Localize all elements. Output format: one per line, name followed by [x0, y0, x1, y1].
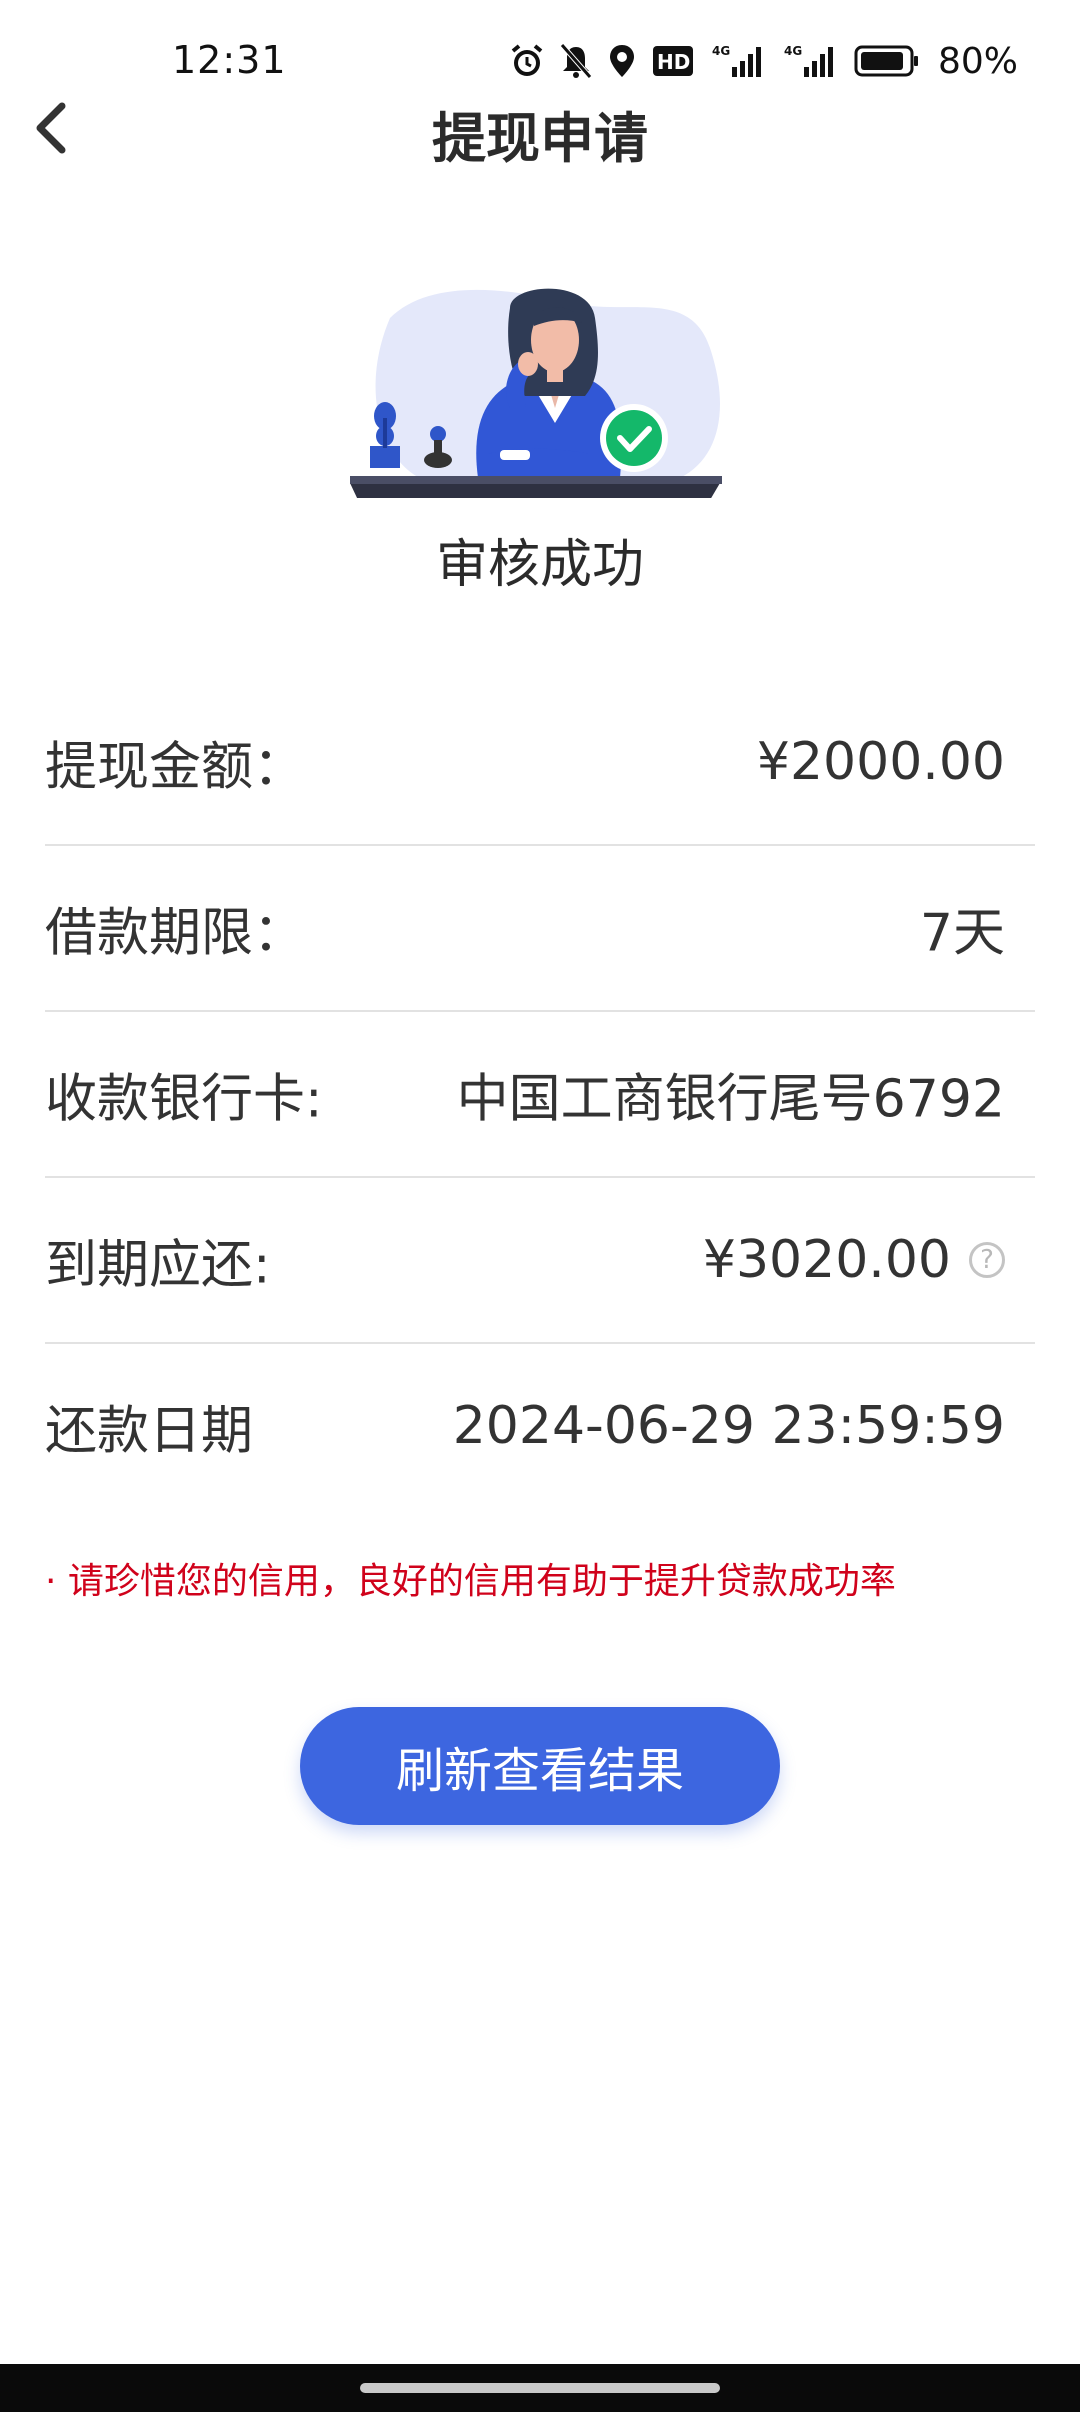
detail-row-due-amount: 到期应还: ¥3020.00 ?	[45, 1178, 1035, 1344]
hd-icon: HD	[653, 46, 693, 76]
signal-4g-icon: 4G	[784, 44, 833, 77]
detail-row-amount: 提现金额： ¥2000.00	[45, 680, 1035, 846]
page-title: 提现申请	[432, 107, 648, 170]
detail-row-bank-card: 收款银行卡: 中国工商银行尾号6792	[45, 1012, 1035, 1178]
bell-off-icon	[560, 43, 592, 79]
credit-notice: · 请珍惜您的信用，良好的信用有助于提升贷款成功率	[45, 1561, 896, 1602]
detail-value: 中国工商银行尾号6792	[457, 1057, 1005, 1132]
battery-percentage: 80%	[938, 40, 1019, 82]
home-indicator[interactable]	[360, 2383, 720, 2393]
detail-value: ¥2000.00	[757, 732, 1005, 792]
status-icons: HD 4G 4G 80%	[510, 40, 1018, 82]
repayment-date: 2024-06-29 23:59:59	[452, 1396, 1005, 1456]
detail-row-repay-date: 还款日期 2024-06-29 23:59:59	[45, 1344, 1035, 1508]
detail-row-term: 借款期限： 7天	[45, 846, 1035, 1012]
help-icon[interactable]: ?	[969, 1242, 1005, 1278]
detail-value: 7天	[920, 891, 1005, 966]
refresh-result-button[interactable]: 刷新查看结果	[300, 1707, 780, 1825]
location-icon	[610, 45, 634, 77]
detail-label: 收款银行卡:	[45, 1069, 323, 1130]
withdrawal-details: 提现金额： ¥2000.00 借款期限： 7天 收款银行卡: 中国工商银行尾号6…	[45, 680, 1035, 1508]
svg-text:4G: 4G	[784, 44, 802, 58]
detail-label: 提现金额：	[45, 737, 306, 798]
review-status-heading: 审核成功	[435, 535, 644, 595]
withdrawal-amount: ¥2000.00	[756, 732, 1005, 792]
battery-icon	[854, 45, 918, 77]
svg-text:4G: 4G	[712, 44, 730, 58]
detail-label: 还款日期	[45, 1401, 254, 1462]
due-amount: ¥3020.00	[702, 1230, 951, 1290]
woman-at-desk-success-illustration	[350, 278, 730, 500]
svg-text:HD: HD	[657, 50, 690, 74]
signal-4g-icon: 4G	[712, 44, 761, 77]
bank-card: 中国工商银行尾号6792	[456, 1069, 1005, 1130]
loan-term: 7天	[919, 903, 1005, 964]
system-nav-bar	[0, 2364, 1080, 2412]
alarm-icon	[511, 44, 543, 76]
detail-value: ¥3020.00 ?	[702, 1230, 1005, 1290]
detail-value: 2024-06-29 23:59:59	[453, 1396, 1005, 1456]
detail-label: 到期应还:	[45, 1235, 271, 1296]
status-time: 12:31	[172, 38, 287, 82]
detail-label: 借款期限：	[45, 903, 306, 964]
